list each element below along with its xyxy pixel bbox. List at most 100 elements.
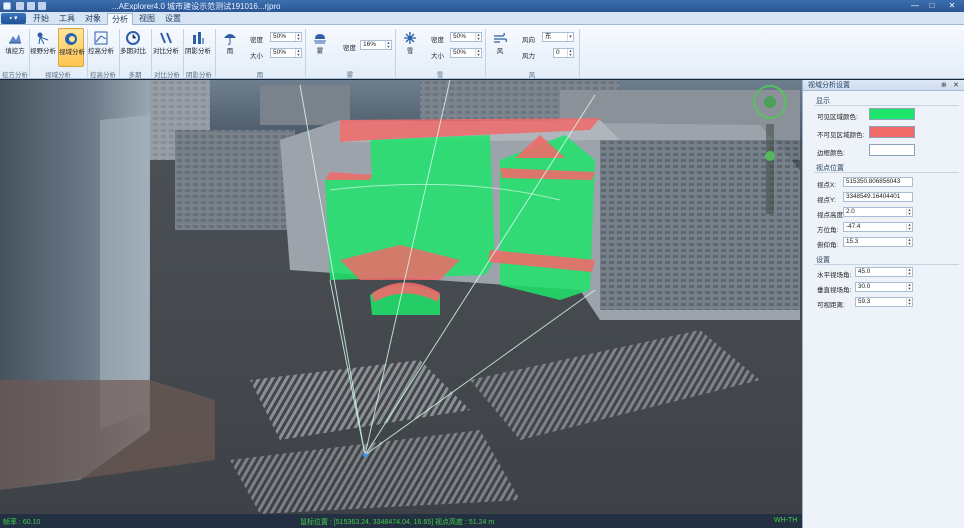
spinner-arrows-icon[interactable]: ▲ ▼	[906, 223, 912, 231]
tab-view[interactable]: 视图	[136, 13, 158, 25]
group-label-rain: 雨	[256, 72, 264, 79]
group-separator	[579, 29, 580, 77]
wind-force-spinner[interactable]: 0 ▲ ▼	[553, 48, 574, 58]
spinner-arrows-icon[interactable]: ▲ ▼	[295, 33, 301, 41]
tab-analysis[interactable]: 分析	[107, 13, 133, 25]
visibility-analysis-button[interactable]: 视域分析	[58, 28, 85, 67]
border-color-label: 边框颜色:	[817, 150, 845, 157]
fill-cut-label: 填挖方	[5, 48, 25, 55]
hfov-field[interactable]: 45.0 ▲ ▼	[855, 267, 913, 277]
shadow-button[interactable]: 阴影分析	[185, 28, 211, 67]
wind-button[interactable]: 风	[487, 28, 513, 67]
spinner-arrows-icon[interactable]: ▲ ▼	[906, 208, 912, 216]
group-label-shadow: 阴影分析	[186, 72, 212, 79]
azimuth-field[interactable]: -47.4 ▲ ▼	[843, 222, 913, 232]
fog-button[interactable]: 雾	[307, 28, 333, 67]
spinner-arrows-icon[interactable]: ▲ ▼	[906, 238, 912, 246]
rain-button[interactable]: 雨	[217, 28, 243, 67]
dropdown-arrow-icon[interactable]: ▾	[567, 33, 573, 41]
spinner-arrows-icon[interactable]: ▲ ▼	[567, 49, 573, 57]
rain-size-spinner[interactable]: 50% ▲ ▼	[270, 48, 302, 58]
spinner-arrows-icon[interactable]: ▲ ▼	[295, 49, 301, 57]
undo-icon[interactable]	[27, 2, 35, 10]
rain-icon	[224, 34, 236, 45]
snow-label: 雪	[406, 48, 414, 55]
spinner-arrows-icon[interactable]: ▲ ▼	[385, 41, 391, 49]
viewpoint-marker[interactable]	[363, 453, 367, 457]
fill-cut-icon	[9, 34, 21, 44]
snow-button[interactable]: 雪	[397, 28, 423, 67]
viewpoint-height-field[interactable]: 2.0 ▲ ▼	[843, 207, 913, 217]
border-color-swatch[interactable]	[869, 144, 915, 156]
panel-header: 视域分析设置 ⊕ ✕	[803, 80, 964, 91]
panel-close-icon[interactable]: ✕	[953, 80, 959, 91]
snow-density-value: 50%	[453, 33, 467, 40]
3d-viewport[interactable]	[0, 80, 802, 514]
status-right-text: WH-TH	[774, 517, 798, 524]
pitch-value: 15.3	[846, 238, 859, 245]
rain-density-label: 密度	[250, 37, 263, 44]
pitch-field[interactable]: 15.3 ▲ ▼	[843, 237, 913, 247]
compare-button[interactable]: 对比分析	[153, 28, 179, 67]
app-icon[interactable]	[3, 2, 11, 10]
tab-start[interactable]: 开始	[30, 13, 52, 25]
minimize-button[interactable]: —	[908, 1, 922, 11]
spinner-arrows-icon[interactable]: ▲ ▼	[906, 298, 912, 306]
wind-direction-select[interactable]: 东 ▾	[542, 32, 574, 42]
group-label-compare: 对比分析	[154, 72, 180, 79]
title-bar: ...AExplorer4.0 城市建设示范测试191016...rjpro —…	[0, 0, 964, 12]
group-label-height: 控高分析	[90, 72, 116, 79]
fog-density-label: 密度	[343, 45, 356, 52]
close-button[interactable]: ✕	[945, 1, 959, 11]
save-icon[interactable]	[16, 2, 24, 10]
window-title: ...AExplorer4.0 城市建设示范测试191016...rjpro	[112, 2, 281, 11]
spinner-arrows-icon[interactable]: ▲ ▼	[906, 268, 912, 276]
wind-direction-value: 东	[545, 33, 552, 40]
multi-period-button[interactable]: 多期对比	[120, 28, 146, 67]
vfov-field[interactable]: 30.0 ▲ ▼	[855, 282, 913, 292]
invisible-color-swatch[interactable]	[869, 126, 915, 138]
fill-cut-button[interactable]: 填挖方	[2, 28, 28, 67]
pin-icon[interactable]: ⊕	[941, 80, 947, 91]
tab-settings[interactable]: 设置	[162, 13, 184, 25]
spinner-arrows-icon[interactable]: ▲ ▼	[475, 49, 481, 57]
rain-size-value: 50%	[273, 49, 287, 56]
divider	[814, 264, 959, 265]
viewpoint-y-label: 视点Y:	[817, 197, 836, 204]
fog-label: 雾	[316, 48, 324, 55]
vfov-label: 垂直视场角:	[817, 287, 852, 294]
multi-period-label: 多期对比	[120, 48, 146, 55]
visible-distance-field[interactable]: 59.3 ▲ ▼	[855, 297, 913, 307]
maximize-button[interactable]: □	[925, 1, 939, 11]
file-menu-button[interactable]: ▪ ▾	[1, 13, 26, 24]
viewshed-icon	[37, 32, 49, 45]
visible-color-label: 可见区域颜色:	[817, 114, 858, 121]
rain-density-spinner[interactable]: 50% ▲ ▼	[270, 32, 302, 42]
viewshed-label: 视野分析	[30, 48, 56, 55]
viewpoint-height-value: 2.0	[846, 208, 855, 215]
group-label-visibility: 视域分析	[45, 72, 71, 79]
panel-title: 视域分析设置	[808, 82, 850, 89]
city-scene[interactable]	[0, 80, 802, 514]
redo-icon[interactable]	[38, 2, 46, 10]
visible-color-swatch[interactable]	[869, 108, 915, 120]
viewpoint-x-field[interactable]: 515350.806856043	[843, 177, 913, 187]
visible-distance-value: 59.3	[858, 298, 871, 305]
snow-density-spinner[interactable]: 50% ▲ ▼	[450, 32, 482, 42]
snow-icon	[404, 32, 416, 44]
spinner-arrows-icon[interactable]: ▲ ▼	[475, 33, 481, 41]
tab-objects[interactable]: 对象	[82, 13, 104, 25]
cursor-position-readout: 鼠标位置 : [515363.24, 3348474.04, 16.65] 视点…	[300, 519, 495, 526]
fog-density-spinner[interactable]: 16% ▲ ▼	[360, 40, 392, 50]
multi-period-icon	[126, 31, 140, 45]
snow-size-spinner[interactable]: 50% ▲ ▼	[450, 48, 482, 58]
visibility-analysis-label: 视域分析	[59, 49, 85, 56]
compare-label: 对比分析	[153, 48, 179, 55]
height-control-button[interactable]: 控高分析	[88, 28, 114, 67]
invisible-color-label: 不可见区域颜色:	[817, 132, 865, 139]
viewpoint-y-field[interactable]: 3348549.16404401	[843, 192, 913, 202]
wind-icon	[494, 32, 507, 43]
viewshed-button[interactable]: 视野分析	[30, 28, 56, 67]
spinner-arrows-icon[interactable]: ▲ ▼	[906, 283, 912, 291]
tab-tools[interactable]: 工具	[56, 13, 78, 25]
